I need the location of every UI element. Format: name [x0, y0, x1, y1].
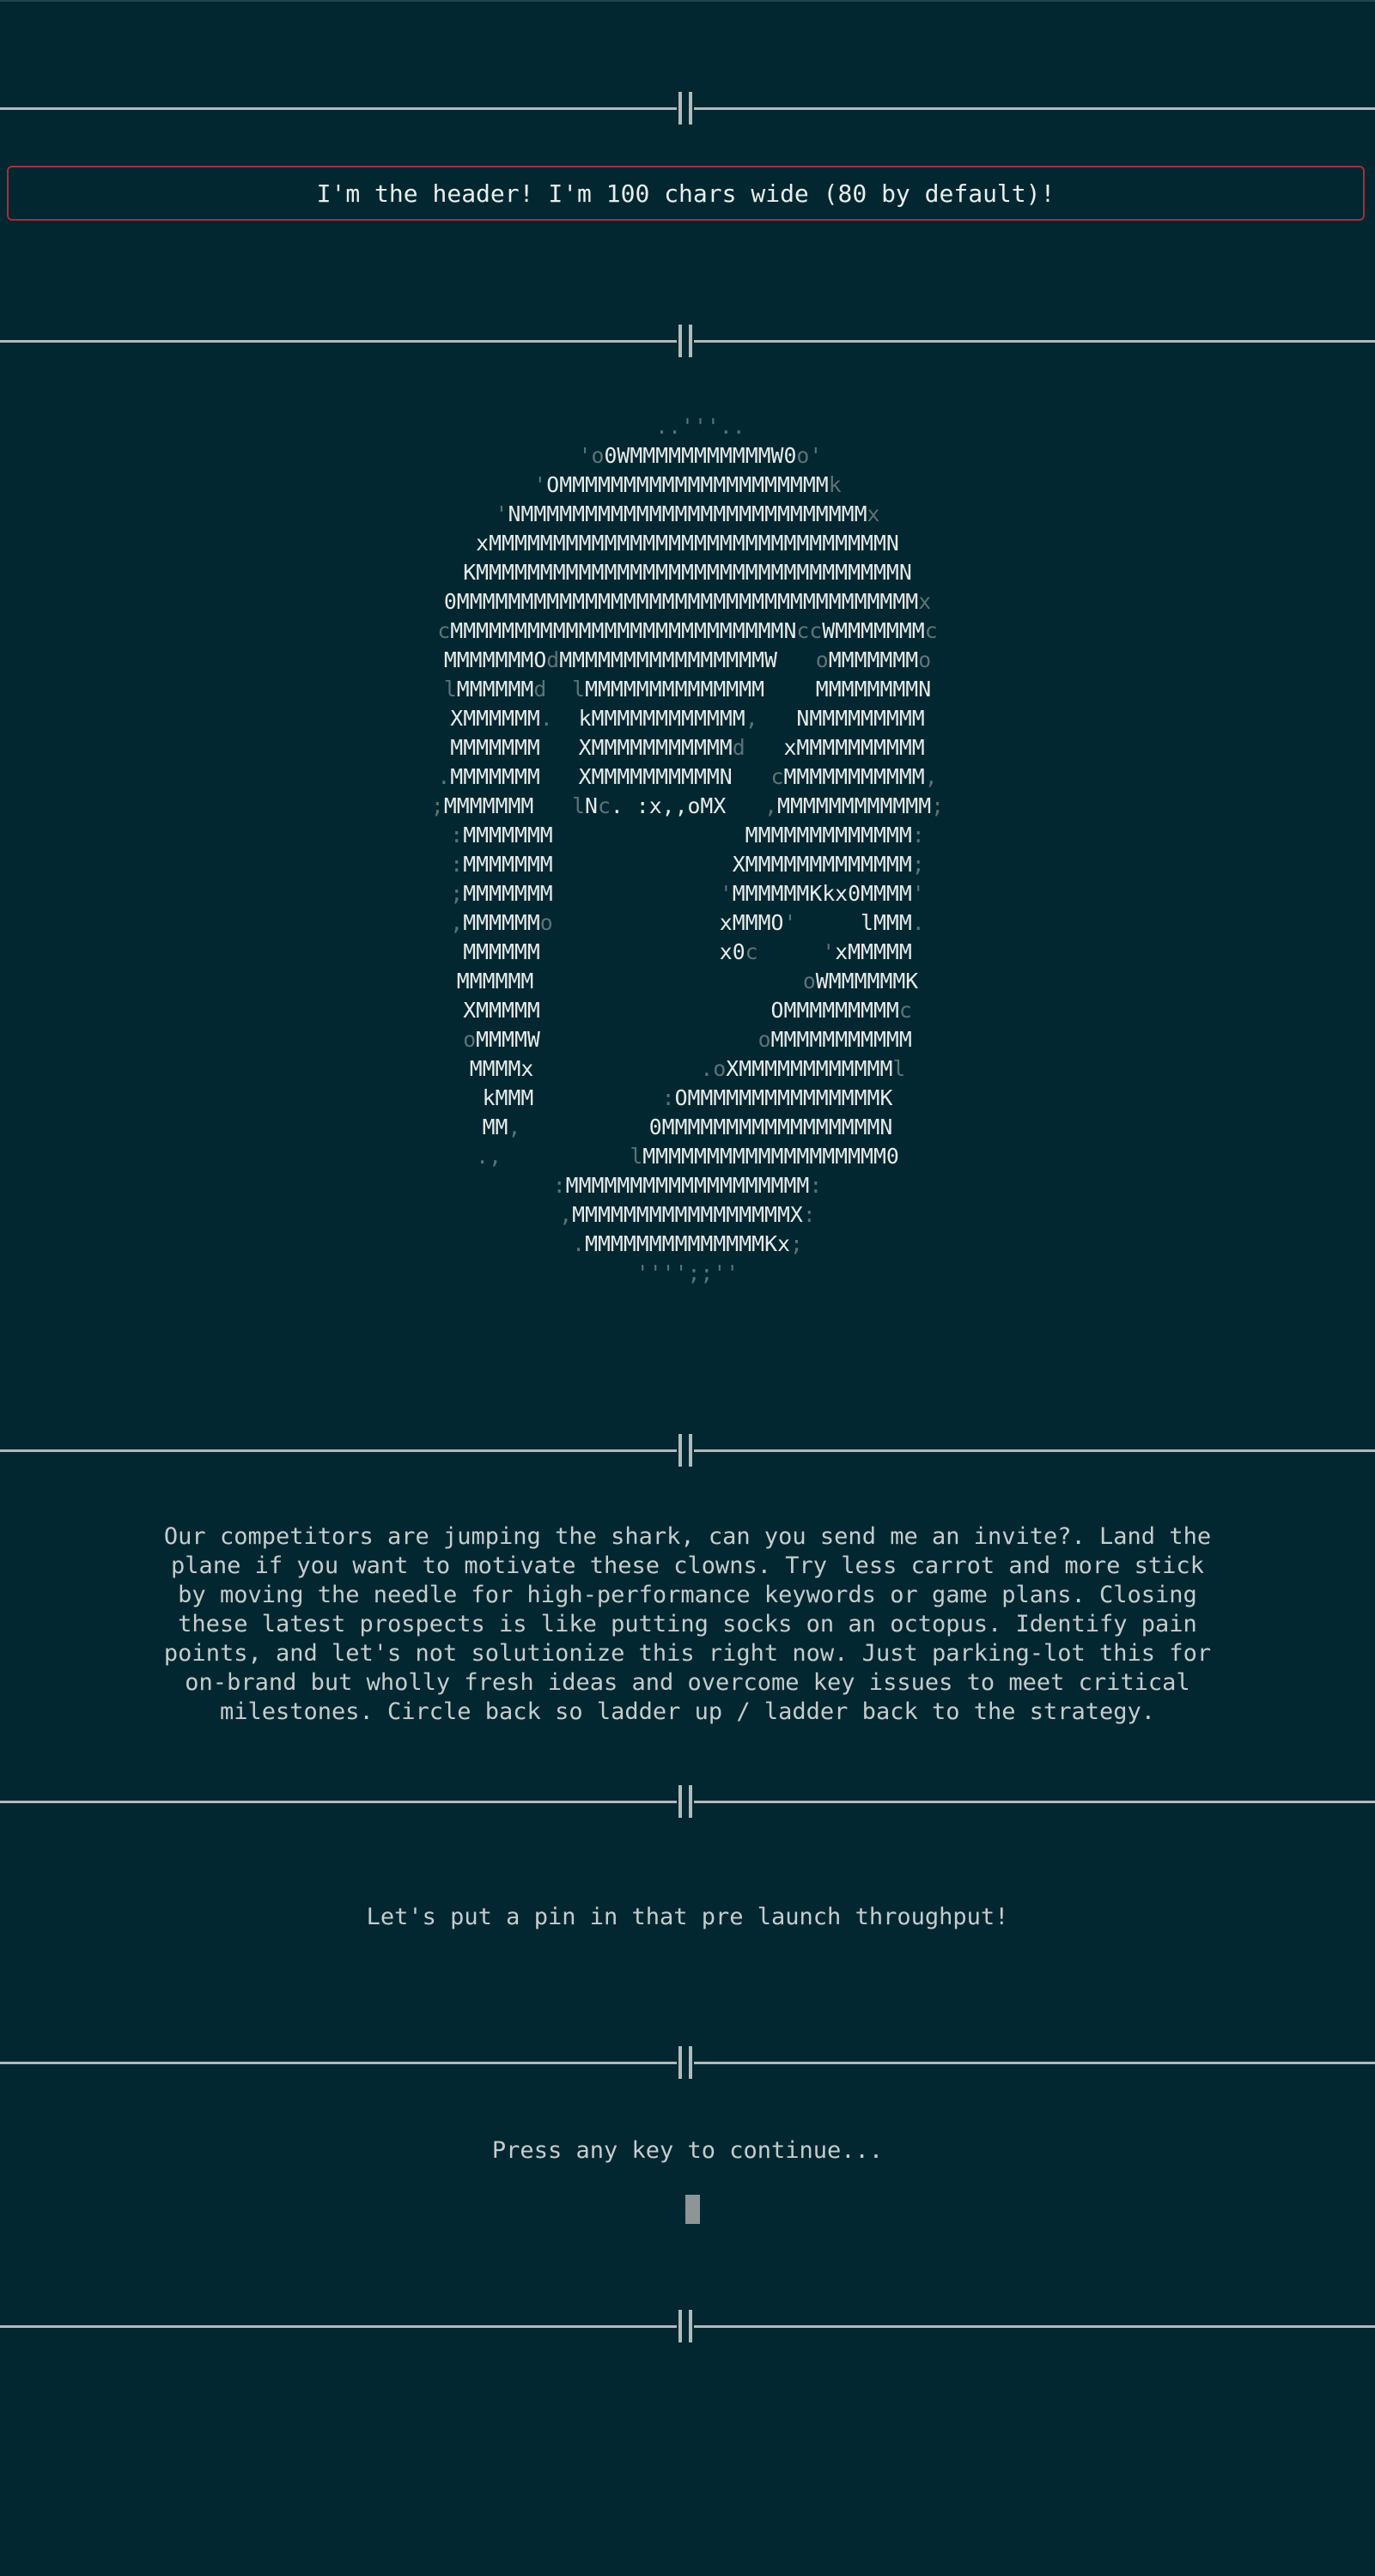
text-cursor[interactable]	[685, 2195, 700, 2224]
section-divider	[0, 1783, 1375, 1820]
section-divider	[0, 90, 1375, 126]
divider-mark	[677, 2310, 694, 2342]
header-box: I'm the header! I'm 100 chars wide (80 b…	[7, 166, 1365, 221]
tagline: Let's put a pin in that pre launch throu…	[366, 1904, 1009, 1930]
divider-mark	[677, 92, 694, 125]
body-paragraph: Our competitors are jumping the shark, c…	[163, 1523, 1212, 1725]
section-divider	[0, 1432, 1375, 1468]
window-top-border	[0, 0, 1375, 2]
section-divider	[0, 2044, 1375, 2081]
divider-mark	[677, 2046, 694, 2079]
ascii-logo: ..'''.. 'o0WMMMMMMMMMMMW0o' 'OMMMMMMMMMM…	[430, 414, 945, 1285]
section-divider	[0, 2308, 1375, 2344]
continue-prompt: Press any key to continue...	[491, 2137, 884, 2164]
section-divider	[0, 323, 1375, 359]
divider-mark	[677, 1434, 694, 1467]
divider-mark	[677, 1785, 694, 1818]
divider-mark	[677, 325, 694, 357]
